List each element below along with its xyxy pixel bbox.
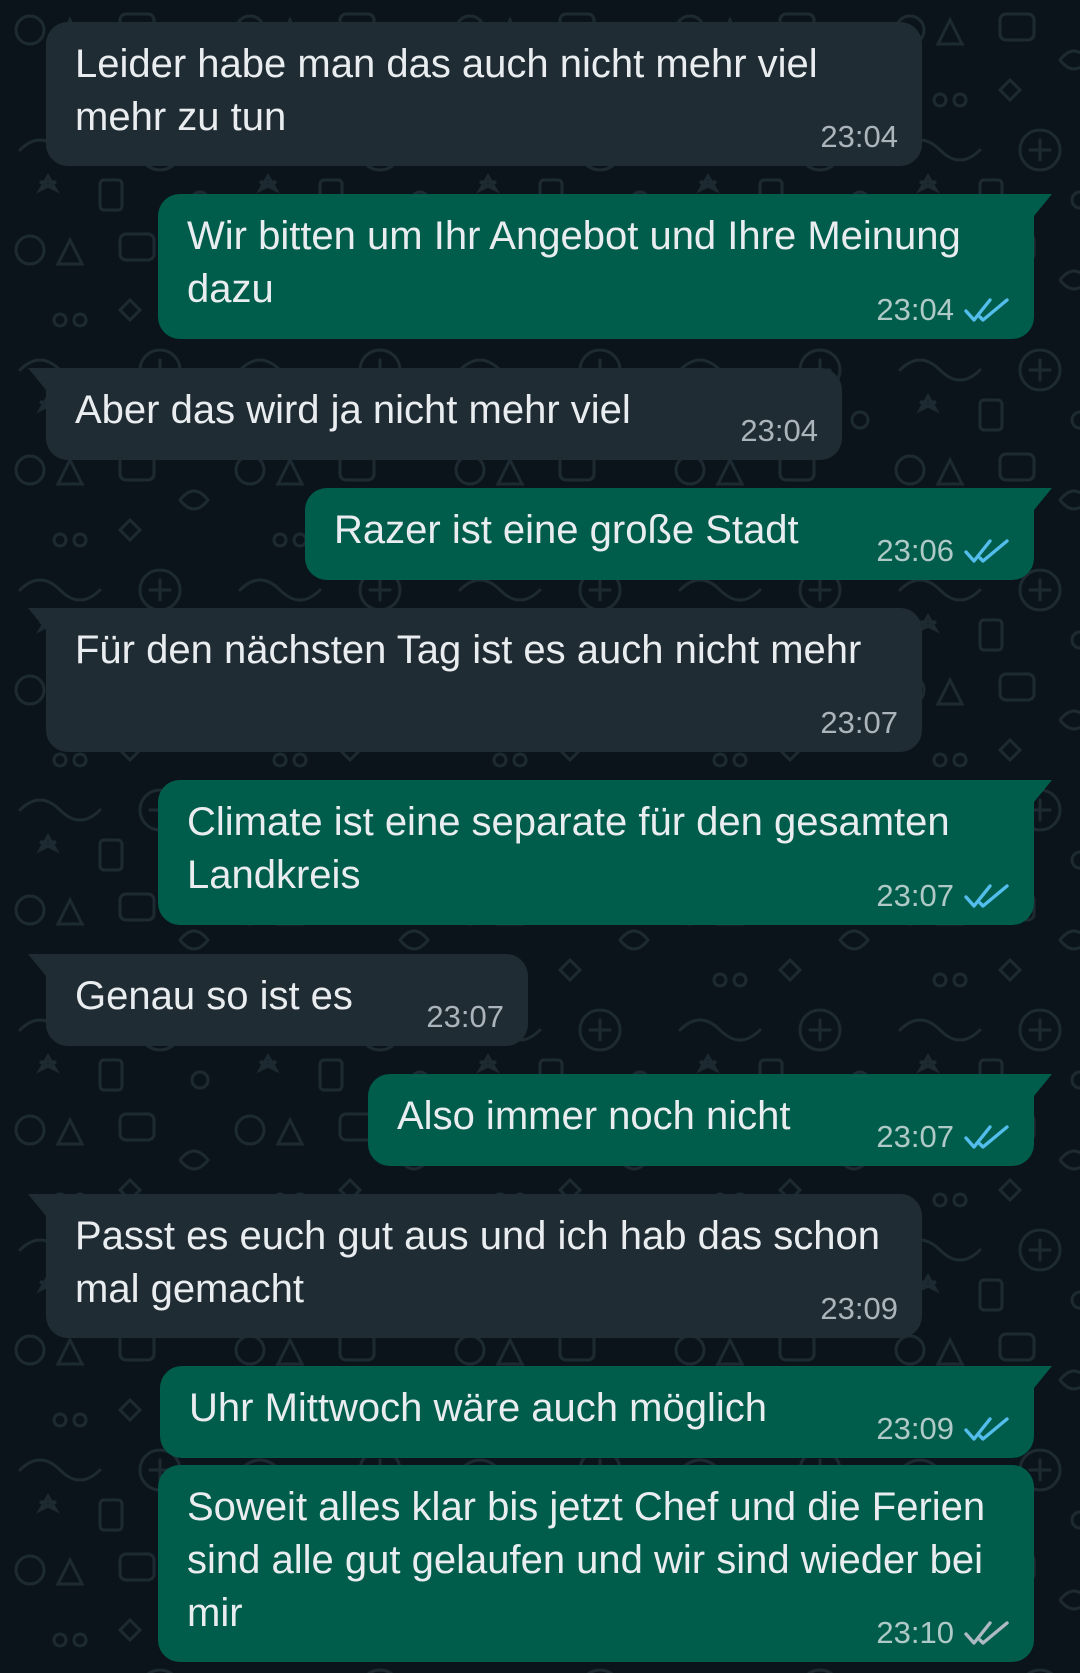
message-bubble-incoming[interactable]: Leider habe man das auch nicht mehr viel…	[46, 22, 922, 166]
message-time: 23:06	[876, 533, 954, 568]
chat-area[interactable]: Leider habe man das auch nicht mehr viel…	[0, 0, 1080, 1673]
message-bubble-outgoing[interactable]: Soweit alles klar bis jetzt Chef und die…	[158, 1465, 1034, 1662]
message-bubble-outgoing[interactable]: Also immer noch nicht 23:07	[368, 1074, 1052, 1166]
message-text: Passt es euch gut aus und ich hab das sc…	[75, 1214, 880, 1311]
message-time: 23:07	[876, 878, 954, 913]
message-time: 23:04	[740, 413, 818, 448]
bubble-tail	[28, 1194, 46, 1216]
double-check-read-icon	[964, 884, 1009, 908]
double-check-read-icon	[964, 539, 1009, 563]
message-bubble-outgoing[interactable]: Climate ist eine separate für den gesamt…	[158, 780, 1052, 925]
bubble-tail	[28, 608, 46, 630]
message-text: Leider habe man das auch nicht mehr viel…	[75, 42, 818, 139]
message-meta: 23:07	[820, 706, 898, 740]
message-bubble-outgoing[interactable]: Razer ist eine große Stadt 23:06	[305, 488, 1052, 580]
message-time: 23:07	[820, 705, 898, 740]
message-meta: 23:07	[876, 1120, 1010, 1154]
bubble-tail	[1034, 194, 1052, 216]
message-time: 23:04	[820, 119, 898, 154]
double-check-delivered-icon	[964, 1621, 1009, 1645]
message-meta: 23:09	[820, 1292, 898, 1326]
message-time: 23:07	[426, 999, 504, 1034]
message-time: 23:10	[876, 1615, 954, 1650]
message-bubble-incoming[interactable]: Passt es euch gut aus und ich hab das sc…	[28, 1194, 922, 1338]
bubble-tail	[1034, 780, 1052, 802]
double-check-read-icon	[964, 1417, 1009, 1441]
message-meta: 23:10	[876, 1616, 1010, 1650]
message-meta: 23:07	[426, 1000, 504, 1034]
double-check-read-icon	[964, 298, 1009, 322]
message-bubble-outgoing[interactable]: Wir bitten um Ihr Angebot und Ihre Meinu…	[158, 194, 1052, 339]
message-time: 23:09	[820, 1291, 898, 1326]
message-text: Aber das wird ja nicht mehr viel	[75, 388, 631, 432]
message-bubble-incoming[interactable]: Für den nächsten Tag ist es auch nicht m…	[28, 608, 922, 752]
message-meta: 23:09	[876, 1412, 1010, 1446]
message-meta: 23:04	[820, 120, 898, 154]
double-check-read-icon	[964, 1125, 1009, 1149]
message-time: 23:07	[876, 1119, 954, 1154]
message-bubble-outgoing[interactable]: Uhr Mittwoch wäre auch möglich 23:09	[160, 1366, 1052, 1458]
bubble-tail	[1034, 1074, 1052, 1096]
message-meta: 23:04	[876, 293, 1010, 327]
message-bubble-incoming[interactable]: Aber das wird ja nicht mehr viel 23:04	[28, 368, 842, 460]
bubble-tail	[28, 954, 46, 976]
message-text: Für den nächsten Tag ist es auch nicht m…	[75, 628, 862, 672]
message-bubble-incoming[interactable]: Genau so ist es 23:07	[28, 954, 528, 1046]
bubble-tail	[1034, 488, 1052, 510]
message-meta: 23:06	[876, 534, 1010, 568]
bubble-tail	[28, 368, 46, 390]
message-meta: 23:04	[740, 414, 818, 448]
message-meta: 23:07	[876, 879, 1010, 913]
message-time: 23:09	[876, 1411, 954, 1446]
message-time: 23:04	[876, 292, 954, 327]
bubble-tail	[1034, 1366, 1052, 1388]
